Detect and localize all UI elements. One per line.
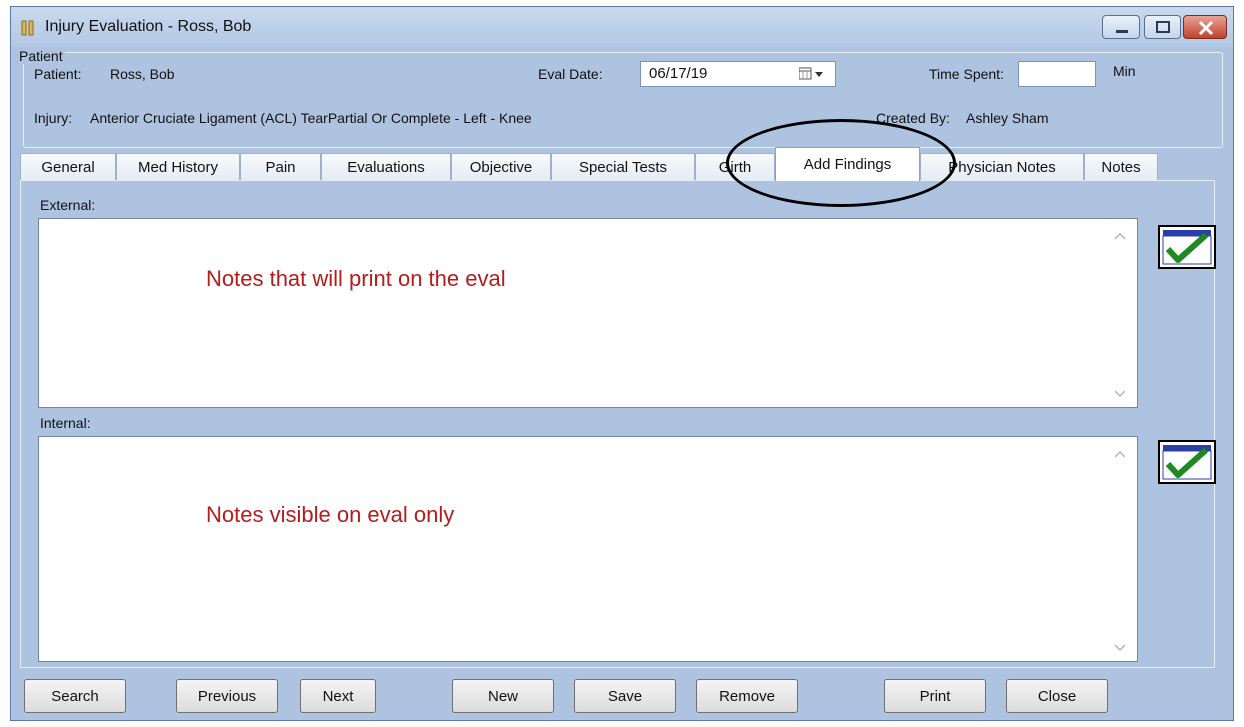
tab-objective[interactable]: Objective bbox=[451, 153, 551, 180]
remove-button[interactable]: Remove bbox=[696, 679, 798, 713]
eval-date-picker[interactable]: 06/17/19 bbox=[640, 61, 836, 87]
external-annotation: Notes that will print on the eval bbox=[206, 266, 506, 291]
previous-button[interactable]: Previous bbox=[176, 679, 278, 713]
time-spent-input[interactable] bbox=[1018, 61, 1096, 87]
scroll-up-icon[interactable] bbox=[1113, 231, 1127, 241]
close-window-button[interactable] bbox=[1183, 15, 1227, 39]
external-label: External: bbox=[40, 197, 96, 213]
save-button[interactable]: Save bbox=[574, 679, 676, 713]
internal-label: Internal: bbox=[40, 415, 91, 431]
scroll-down-icon[interactable] bbox=[1113, 389, 1127, 399]
calendar-dropdown-icon[interactable] bbox=[799, 67, 827, 81]
injury-value: Anterior Cruciate Ligament (ACL) TearPar… bbox=[90, 110, 532, 126]
external-spellcheck-button[interactable] bbox=[1158, 225, 1216, 269]
tab-add-findings[interactable]: Add Findings bbox=[775, 147, 920, 181]
search-button[interactable]: Search bbox=[24, 679, 126, 713]
internal-spellcheck-button[interactable] bbox=[1158, 440, 1216, 484]
tab-general[interactable]: General bbox=[20, 153, 116, 180]
patient-group-title: Patient bbox=[17, 48, 65, 64]
minimize-icon bbox=[1116, 30, 1128, 33]
scroll-down-icon[interactable] bbox=[1113, 643, 1127, 653]
close-button[interactable]: Close bbox=[1006, 679, 1108, 713]
tab-pain[interactable]: Pain bbox=[240, 153, 321, 180]
scroll-up-icon[interactable] bbox=[1113, 449, 1127, 459]
title-bar: Injury Evaluation - Ross, Bob bbox=[11, 7, 1233, 47]
close-icon bbox=[1198, 20, 1214, 36]
window-title: Injury Evaluation - Ross, Bob bbox=[45, 18, 252, 35]
time-spent-label: Time Spent: bbox=[929, 66, 1004, 82]
eval-date-value: 06/17/19 bbox=[649, 65, 708, 82]
restore-icon bbox=[1156, 21, 1170, 33]
patient-label: Patient: bbox=[34, 66, 82, 82]
created-by-value: Ashley Sham bbox=[966, 110, 1049, 126]
internal-notes-textarea[interactable] bbox=[38, 436, 1138, 662]
internal-annotation: Notes visible on eval only bbox=[206, 502, 455, 527]
patient-name: Ross, Bob bbox=[110, 66, 175, 82]
checkmark-icon bbox=[1162, 445, 1212, 480]
created-by-label: Created By: bbox=[876, 110, 950, 126]
new-button[interactable]: New bbox=[452, 679, 554, 713]
external-notes-textarea[interactable] bbox=[38, 218, 1138, 408]
tab-special-tests[interactable]: Special Tests bbox=[551, 153, 695, 180]
checkmark-icon bbox=[1162, 230, 1212, 265]
app-icon bbox=[21, 20, 34, 36]
tab-girth[interactable]: Girth bbox=[695, 153, 775, 180]
time-unit-label: Min bbox=[1113, 63, 1136, 79]
print-button[interactable]: Print bbox=[884, 679, 986, 713]
tab-notes[interactable]: Notes bbox=[1084, 153, 1158, 180]
injury-label: Injury: bbox=[34, 110, 73, 126]
tab-med-history[interactable]: Med History bbox=[116, 153, 240, 180]
tab-physician-notes[interactable]: Physician Notes bbox=[920, 153, 1084, 180]
tab-evaluations[interactable]: Evaluations bbox=[321, 153, 451, 180]
maximize-button[interactable] bbox=[1144, 15, 1181, 39]
minimize-button[interactable] bbox=[1102, 15, 1140, 39]
next-button[interactable]: Next bbox=[300, 679, 376, 713]
eval-date-label: Eval Date: bbox=[538, 66, 603, 82]
